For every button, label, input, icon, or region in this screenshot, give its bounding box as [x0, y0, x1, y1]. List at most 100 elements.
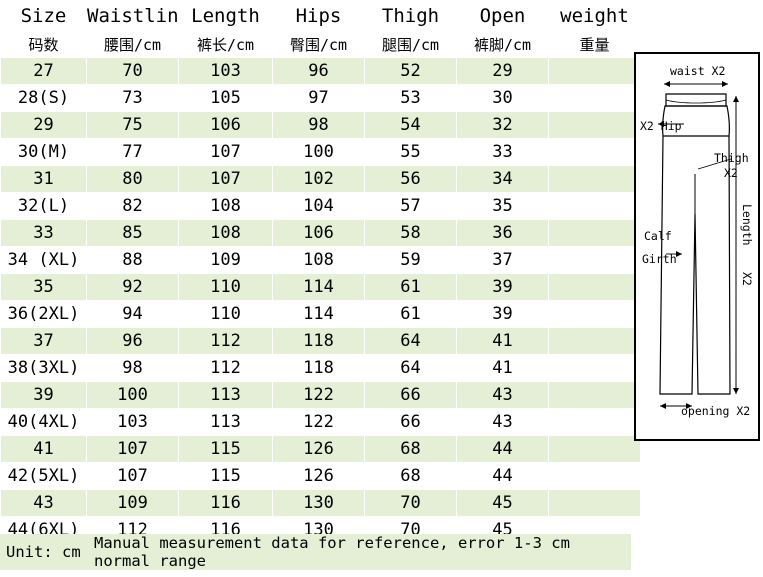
cell-length: 113 — [178, 408, 273, 436]
cell-length: 107 — [178, 165, 273, 193]
cell-length: 106 — [178, 111, 273, 139]
cell-size: 27 — [0, 57, 87, 85]
cell-thigh: 66 — [364, 381, 457, 409]
diagram-label-length: Length — [740, 204, 754, 246]
cell-weight — [548, 246, 641, 274]
cell-size: 29 — [0, 111, 87, 139]
column-header-7 — [640, 0, 763, 32]
column-header-4: 腿围/cm — [364, 31, 457, 58]
cell-hips: 108 — [272, 246, 365, 274]
cell-waistline: 77 — [86, 138, 179, 166]
trouser-measurement-diagram: waist X2 X2 Hip Thigh X2 Calf Girth open… — [634, 52, 760, 441]
cell-open: 32 — [456, 111, 549, 139]
cell-weight — [548, 408, 641, 436]
cell-thigh: 61 — [364, 273, 457, 301]
cell-thigh: 68 — [364, 462, 457, 490]
cell-hips: 126 — [272, 462, 365, 490]
column-header-6: 重量 — [548, 31, 641, 58]
cell-thigh: 66 — [364, 408, 457, 436]
diagram-label-hip: X2 Hip — [640, 119, 682, 133]
column-header-6: weight — [548, 0, 641, 32]
cell-weight — [548, 192, 641, 220]
cell-waistline: 96 — [86, 327, 179, 355]
unit-label: Unit: cm — [6, 543, 81, 561]
cell-filler — [640, 462, 763, 490]
cell-size: 33 — [0, 219, 87, 247]
cell-open: 36 — [456, 219, 549, 247]
size-chart-sheet: SizeWaistlineLengthHipsThighOpenweight码数… — [0, 0, 763, 577]
cell-hips: 118 — [272, 327, 365, 355]
cell-weight — [548, 327, 641, 355]
cell-open: 35 — [456, 192, 549, 220]
column-header-2: Length — [178, 0, 273, 32]
cell-thigh: 70 — [364, 489, 457, 517]
cell-weight — [548, 111, 641, 139]
cell-thigh: 64 — [364, 327, 457, 355]
cell-thigh: 56 — [364, 165, 457, 193]
cell-hips: 114 — [272, 300, 365, 328]
cell-open: 43 — [456, 381, 549, 409]
cell-hips: 102 — [272, 165, 365, 193]
column-header-1: Waistline — [86, 0, 179, 32]
cell-hips: 98 — [272, 111, 365, 139]
cell-thigh: 54 — [364, 111, 457, 139]
cell-hips: 130 — [272, 489, 365, 517]
cell-length: 107 — [178, 138, 273, 166]
cell-length: 112 — [178, 354, 273, 382]
cell-weight — [548, 219, 641, 247]
cell-size: 31 — [0, 165, 87, 193]
cell-hips: 100 — [272, 138, 365, 166]
column-header-4: Thigh — [364, 0, 457, 32]
cell-length: 105 — [178, 84, 273, 112]
cell-size: 39 — [0, 381, 87, 409]
cell-open: 29 — [456, 57, 549, 85]
cell-size: 35 — [0, 273, 87, 301]
cell-hips: 97 — [272, 84, 365, 112]
cell-waistline: 88 — [86, 246, 179, 274]
cell-thigh: 55 — [364, 138, 457, 166]
column-header-0: Size — [0, 0, 87, 32]
cell-weight — [548, 381, 641, 409]
cell-waistline: 107 — [86, 462, 179, 490]
diagram-label-girth: Girth — [642, 252, 677, 266]
cell-size: 42(5XL) — [0, 462, 87, 490]
cell-size: 30(M) — [0, 138, 87, 166]
cell-open: 44 — [456, 462, 549, 490]
cell-waistline: 92 — [86, 273, 179, 301]
measurement-note: Manual measurement data for reference, e… — [94, 534, 570, 570]
cell-length: 103 — [178, 57, 273, 85]
column-header-5: 裤脚/cm — [456, 31, 549, 58]
cell-weight — [548, 273, 641, 301]
cell-open: 30 — [456, 84, 549, 112]
cell-hips: 114 — [272, 273, 365, 301]
cell-waistline: 100 — [86, 381, 179, 409]
cell-size: 43 — [0, 489, 87, 517]
cell-size: 41 — [0, 435, 87, 463]
cell-size: 28(S) — [0, 84, 87, 112]
cell-hips: 126 — [272, 435, 365, 463]
cell-hips: 96 — [272, 57, 365, 85]
cell-length: 112 — [178, 327, 273, 355]
cell-thigh: 58 — [364, 219, 457, 247]
cell-waistline: 70 — [86, 57, 179, 85]
column-header-1: 腰围/cm — [86, 31, 179, 58]
column-header-2: 裤长/cm — [178, 31, 273, 58]
cell-weight — [548, 138, 641, 166]
cell-hips: 118 — [272, 354, 365, 382]
cell-length: 110 — [178, 300, 273, 328]
cell-open: 44 — [456, 435, 549, 463]
cell-open: 34 — [456, 165, 549, 193]
cell-length: 115 — [178, 435, 273, 463]
cell-open: 41 — [456, 354, 549, 382]
cell-waistline: 103 — [86, 408, 179, 436]
cell-waistline: 73 — [86, 84, 179, 112]
cell-size: 36(2XL) — [0, 300, 87, 328]
cell-size: 37 — [0, 327, 87, 355]
footer-filler — [631, 534, 763, 570]
cell-weight — [548, 165, 641, 193]
diagram-label-length-x2: X2 — [740, 272, 754, 286]
cell-hips: 122 — [272, 408, 365, 436]
cell-weight — [548, 354, 641, 382]
cell-open: 41 — [456, 327, 549, 355]
cell-open: 39 — [456, 273, 549, 301]
